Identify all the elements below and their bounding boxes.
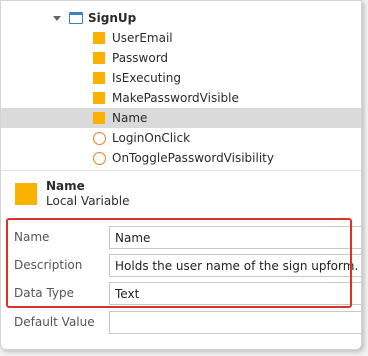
tree-item-ontogglepasswordvisibility[interactable]: OnTogglePasswordVisibility bbox=[1, 148, 361, 168]
tree-item-useremail[interactable]: UserEmail bbox=[1, 28, 361, 48]
property-label: Name bbox=[14, 230, 50, 244]
element-header: Name Local Variable bbox=[15, 177, 130, 211]
tree-item-label: OnTogglePasswordVisibility bbox=[112, 151, 274, 165]
tree-item-label: UserEmail bbox=[112, 31, 173, 45]
tree-item-name[interactable]: Name bbox=[1, 108, 361, 128]
screen-action-icon bbox=[93, 151, 106, 165]
element-type: Local Variable bbox=[46, 194, 130, 208]
screen-action-icon bbox=[93, 131, 106, 145]
local-variable-icon bbox=[15, 183, 37, 205]
expand-caret-icon[interactable] bbox=[53, 15, 61, 21]
local-variable-icon bbox=[93, 52, 105, 64]
tree-item-makepasswordvisible[interactable]: MakePasswordVisible bbox=[1, 88, 361, 108]
tree-item-label: SignUp bbox=[88, 11, 137, 25]
local-variable-icon bbox=[93, 92, 105, 104]
description-field[interactable] bbox=[109, 254, 361, 277]
property-name-row: Name bbox=[1, 223, 361, 251]
property-default-value-row: Default Value bbox=[1, 308, 361, 336]
property-label: Description bbox=[14, 258, 83, 272]
tree-item-signup[interactable]: SignUp bbox=[1, 8, 361, 28]
element-header-text: Name Local Variable bbox=[46, 179, 130, 209]
tree-item-label: Password bbox=[112, 51, 169, 65]
element-name: Name bbox=[46, 179, 85, 193]
tree-item-label: MakePasswordVisible bbox=[112, 91, 239, 105]
screen-icon bbox=[69, 12, 83, 24]
name-field[interactable] bbox=[109, 226, 361, 249]
tree-item-loginonclick[interactable]: LoginOnClick bbox=[1, 128, 361, 148]
tree-item-password[interactable]: Password bbox=[1, 48, 361, 68]
property-label: Data Type bbox=[14, 286, 75, 300]
divider bbox=[1, 170, 361, 171]
default-value-field[interactable] bbox=[109, 311, 361, 334]
property-label: Default Value bbox=[14, 315, 95, 329]
local-variable-icon bbox=[93, 32, 105, 44]
properties-panel: SignUp UserEmail Password IsExecuting Ma… bbox=[0, 0, 362, 350]
property-description-row: Description bbox=[1, 251, 361, 279]
tree-item-label: IsExecuting bbox=[112, 71, 181, 85]
property-data-type-row: Data Type bbox=[1, 279, 361, 307]
local-variable-icon bbox=[93, 72, 105, 84]
element-tree: SignUp UserEmail Password IsExecuting Ma… bbox=[1, 1, 361, 169]
tree-item-isexecuting[interactable]: IsExecuting bbox=[1, 68, 361, 88]
tree-item-label: LoginOnClick bbox=[112, 131, 191, 145]
tree-item-label: Name bbox=[112, 111, 148, 125]
local-variable-icon bbox=[93, 112, 105, 124]
data-type-field[interactable] bbox=[109, 282, 361, 305]
